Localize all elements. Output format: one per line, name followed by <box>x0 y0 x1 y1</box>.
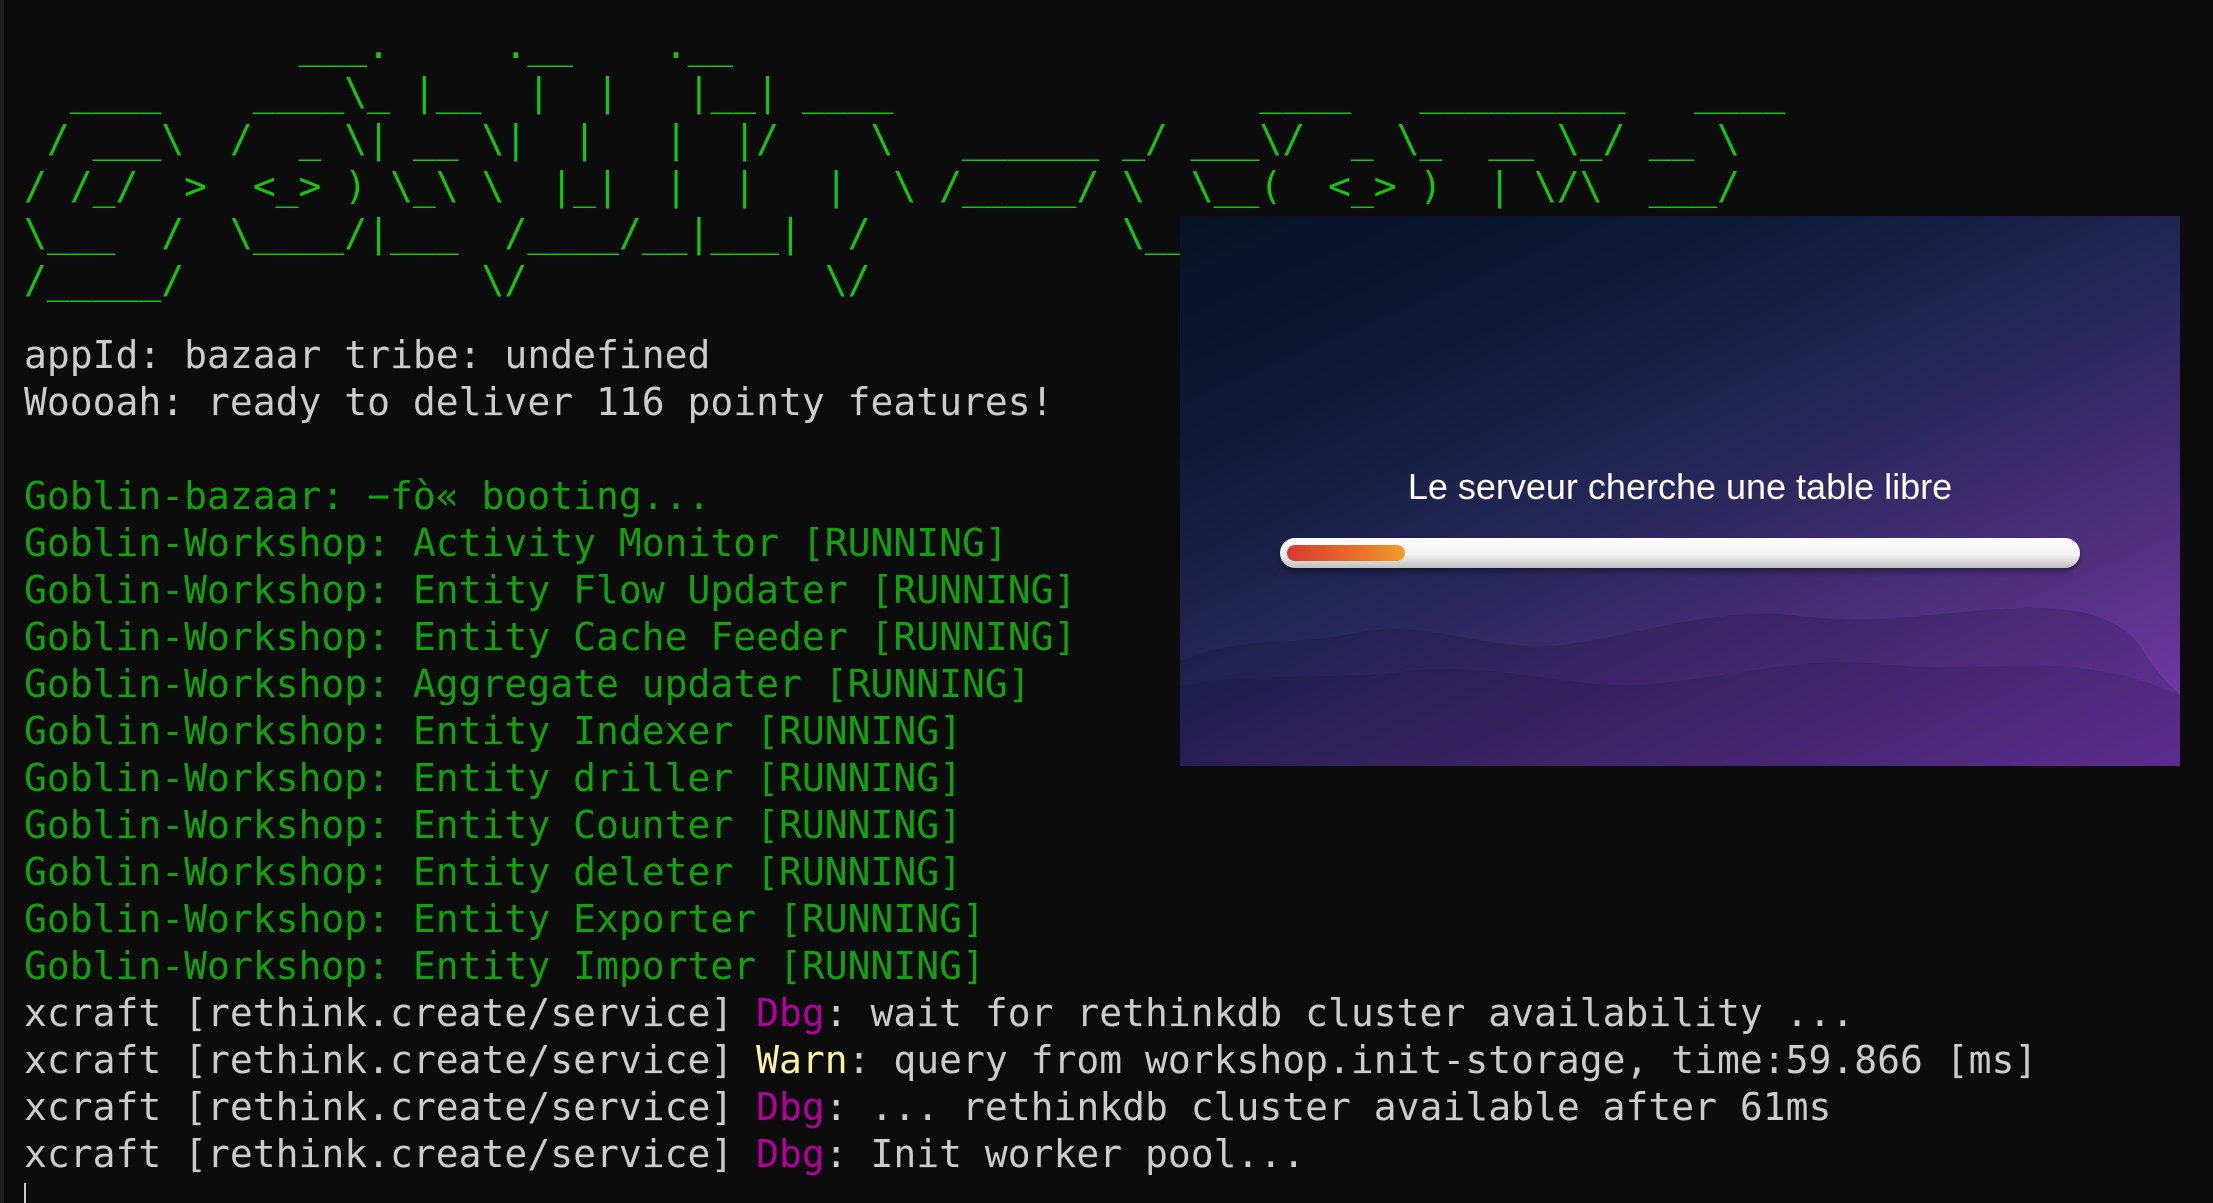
output-line: xcraft [rethink.create/service] Dbg: ...… <box>24 1084 2037 1131</box>
output-text: Goblin-Workshop: Entity Exporter [RUNNIN… <box>24 897 985 941</box>
progress-bar <box>1280 538 2080 568</box>
output-text: xcraft [rethink.create/service] <box>24 991 757 1035</box>
log-level-dbg: Dbg <box>756 1132 825 1176</box>
output-text: : Init worker pool... <box>824 1132 1306 1176</box>
terminal-window[interactable]: ___. .__ .__ ____ ____\_ |__ | | |__| __… <box>0 0 2213 1203</box>
output-text: Goblin-Workshop: Entity Flow Updater [RU… <box>24 568 1077 612</box>
log-level-dbg: Dbg <box>756 1085 825 1129</box>
terminal-cursor <box>24 1183 26 1203</box>
output-text: Goblin-Workshop: Activity Monitor [RUNNI… <box>24 521 1008 565</box>
output-text: Goblin-Workshop: Entity driller [RUNNING… <box>24 756 962 800</box>
banner-line: / ___\ / _ \| __ \| | | |/ \ ______ _/ _… <box>24 117 1740 161</box>
output-line: xcraft [rethink.create/service] Dbg: wai… <box>24 990 2037 1037</box>
output-text: xcraft [rethink.create/service] <box>24 1132 757 1176</box>
output-line: Goblin-Workshop: Entity Importer [RUNNIN… <box>24 943 2037 990</box>
loading-overlay: Le serveur cherche une table libre <box>1180 216 2180 766</box>
output-text: Goblin-Workshop: Entity Importer [RUNNIN… <box>24 944 985 988</box>
loading-message: Le serveur cherche une table libre <box>1407 466 1953 507</box>
progress-bar-fill <box>1287 545 1405 561</box>
output-text: appId: bazaar tribe: undefined <box>24 333 711 377</box>
output-text: Goblin-Workshop: Aggregate updater [RUNN… <box>24 662 1031 706</box>
output-text: : query from workshop.init-storage, time… <box>847 1038 2038 1082</box>
banner-line: ___. .__ .__ <box>24 23 734 67</box>
output-line: xcraft [rethink.create/service] Dbg: Ini… <box>24 1131 2037 1178</box>
output-text: Goblin-Workshop: Entity deleter [RUNNING… <box>24 850 962 894</box>
output-text: : wait for rethinkdb cluster availabilit… <box>824 991 1855 1035</box>
banner-line: / /_/ > <_> ) \_\ \ |_| | | | \ /_____/ … <box>24 164 1740 208</box>
output-line: xcraft [rethink.create/service] Warn: qu… <box>24 1037 2037 1084</box>
output-text: : ... rethinkdb cluster available after … <box>824 1085 1832 1129</box>
banner-line: ____ ____\_ |__ | | |__| ____ ____ _____… <box>24 70 1786 114</box>
log-level-warn: Warn <box>756 1038 848 1082</box>
terminal-left-edge <box>0 0 4 1203</box>
output-text: xcraft [rethink.create/service] <box>24 1085 757 1129</box>
log-level-dbg: Dbg <box>756 991 825 1035</box>
output-line: Goblin-Workshop: Entity Counter [RUNNING… <box>24 802 2037 849</box>
output-text: Goblin-Workshop: Entity Indexer [RUNNING… <box>24 709 962 753</box>
output-text: xcraft [rethink.create/service] <box>24 1038 757 1082</box>
output-text: Woooah: ready to deliver 116 pointy feat… <box>24 380 1054 424</box>
output-line: Goblin-Workshop: Entity Exporter [RUNNIN… <box>24 896 2037 943</box>
output-text: Goblin-Workshop: Entity Counter [RUNNING… <box>24 803 962 847</box>
output-text: Goblin-Workshop: Entity Cache Feeder [RU… <box>24 615 1077 659</box>
output-text: Goblin-bazaar: −fò« booting... <box>24 474 711 518</box>
output-line: Goblin-Workshop: Entity deleter [RUNNING… <box>24 849 2037 896</box>
